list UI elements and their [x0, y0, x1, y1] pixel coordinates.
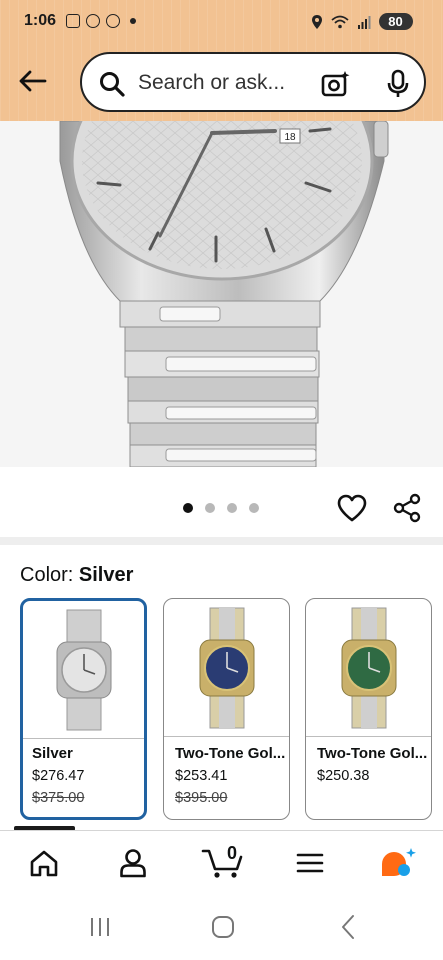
wifi-icon	[331, 15, 349, 28]
add-to-list-button[interactable]	[334, 491, 370, 525]
variant-name: Two-Tone Gol...	[317, 745, 427, 762]
variant-thumbnail	[23, 601, 144, 738]
nav-home[interactable]	[22, 843, 66, 883]
system-navigation-bar	[0, 892, 443, 960]
recent-apps-button[interactable]	[80, 912, 120, 942]
color-label-prefix: Color:	[20, 564, 79, 586]
variant-separator	[306, 736, 431, 737]
cart-icon	[201, 849, 243, 878]
heart-icon	[337, 494, 367, 522]
variant-option-silver[interactable]: Silver $276.47 $375.00	[20, 598, 147, 820]
svg-text:18: 18	[284, 132, 296, 143]
status-system-icons: 80	[311, 13, 413, 30]
search-input[interactable]: Search or ask...	[138, 71, 285, 95]
system-home-button[interactable]	[203, 912, 243, 942]
cart-count-badge: 0	[227, 843, 238, 863]
carousel-page-dots[interactable]	[183, 503, 259, 513]
section-divider	[0, 537, 443, 545]
variant-separator	[164, 736, 289, 737]
nav-menu[interactable]	[288, 843, 332, 883]
recent-apps-icon	[91, 918, 109, 936]
watch-thumbnail-silver	[56, 609, 111, 730]
carousel-dot[interactable]	[227, 503, 237, 513]
variant-price: $250.38	[317, 768, 370, 784]
variant-option-two-tone-blue[interactable]: Two-Tone Gol... $253.41 $395.00	[163, 598, 290, 820]
product-image[interactable]: 18	[0, 121, 443, 467]
search-icon	[100, 72, 125, 97]
location-pin-icon	[312, 14, 322, 29]
bottom-navigation	[0, 830, 443, 892]
screenshot-icon	[66, 14, 80, 28]
variant-name: Two-Tone Gol...	[175, 745, 285, 762]
nav-rufus[interactable]	[376, 843, 420, 883]
system-home-icon	[212, 916, 234, 938]
watch-thumbnail-green	[341, 607, 396, 728]
nav-cart[interactable]	[196, 843, 250, 883]
watch-image: 18	[59, 121, 389, 467]
system-back-icon	[342, 915, 354, 939]
variant-price: $276.47	[32, 768, 85, 784]
signal-icon	[358, 15, 371, 29]
more-notifications-icon	[130, 18, 136, 24]
account-icon	[120, 849, 146, 878]
home-icon	[30, 850, 58, 877]
back-arrow-icon	[19, 70, 47, 92]
app-header: 1:06 80 Search or ask...	[0, 0, 443, 121]
status-bar: 1:06 80	[0, 0, 443, 48]
carousel-dot[interactable]	[183, 503, 193, 513]
variant-thumbnail	[164, 599, 289, 736]
image-carousel-controls	[0, 467, 443, 545]
variant-thumbnail	[306, 599, 431, 736]
share-icon	[393, 493, 421, 523]
visual-search-button[interactable]	[318, 66, 354, 102]
nav-account[interactable]	[111, 843, 155, 883]
status-time: 1:06	[24, 12, 57, 29]
variant-separator	[23, 738, 144, 739]
share-button[interactable]	[390, 491, 424, 525]
microphone-icon	[387, 69, 409, 97]
rufus-assistant-icon	[382, 848, 416, 876]
status-notification-icons	[66, 14, 136, 28]
camera-sparkle-icon	[321, 71, 350, 97]
watch-thumbnail-blue	[199, 607, 254, 728]
variant-list-price: $395.00	[175, 790, 228, 806]
battery-indicator: 80	[379, 13, 413, 30]
menu-icon	[296, 853, 324, 873]
variant-option-two-tone-green[interactable]: Two-Tone Gol... $250.38	[305, 598, 432, 820]
voice-search-button[interactable]	[380, 66, 416, 102]
spotify-icon	[106, 14, 120, 28]
variant-name: Silver	[32, 745, 73, 762]
color-selected-value: Silver	[78, 564, 134, 586]
location-icon	[86, 14, 100, 28]
back-button[interactable]	[12, 63, 52, 99]
color-label: Color: Silver	[20, 564, 133, 587]
carousel-dot[interactable]	[205, 503, 215, 513]
carousel-dot[interactable]	[249, 503, 259, 513]
variant-list-price: $375.00	[32, 790, 85, 806]
search-bar[interactable]: Search or ask...	[80, 52, 426, 112]
system-back-button[interactable]	[328, 912, 368, 942]
variant-price: $253.41	[175, 768, 228, 784]
